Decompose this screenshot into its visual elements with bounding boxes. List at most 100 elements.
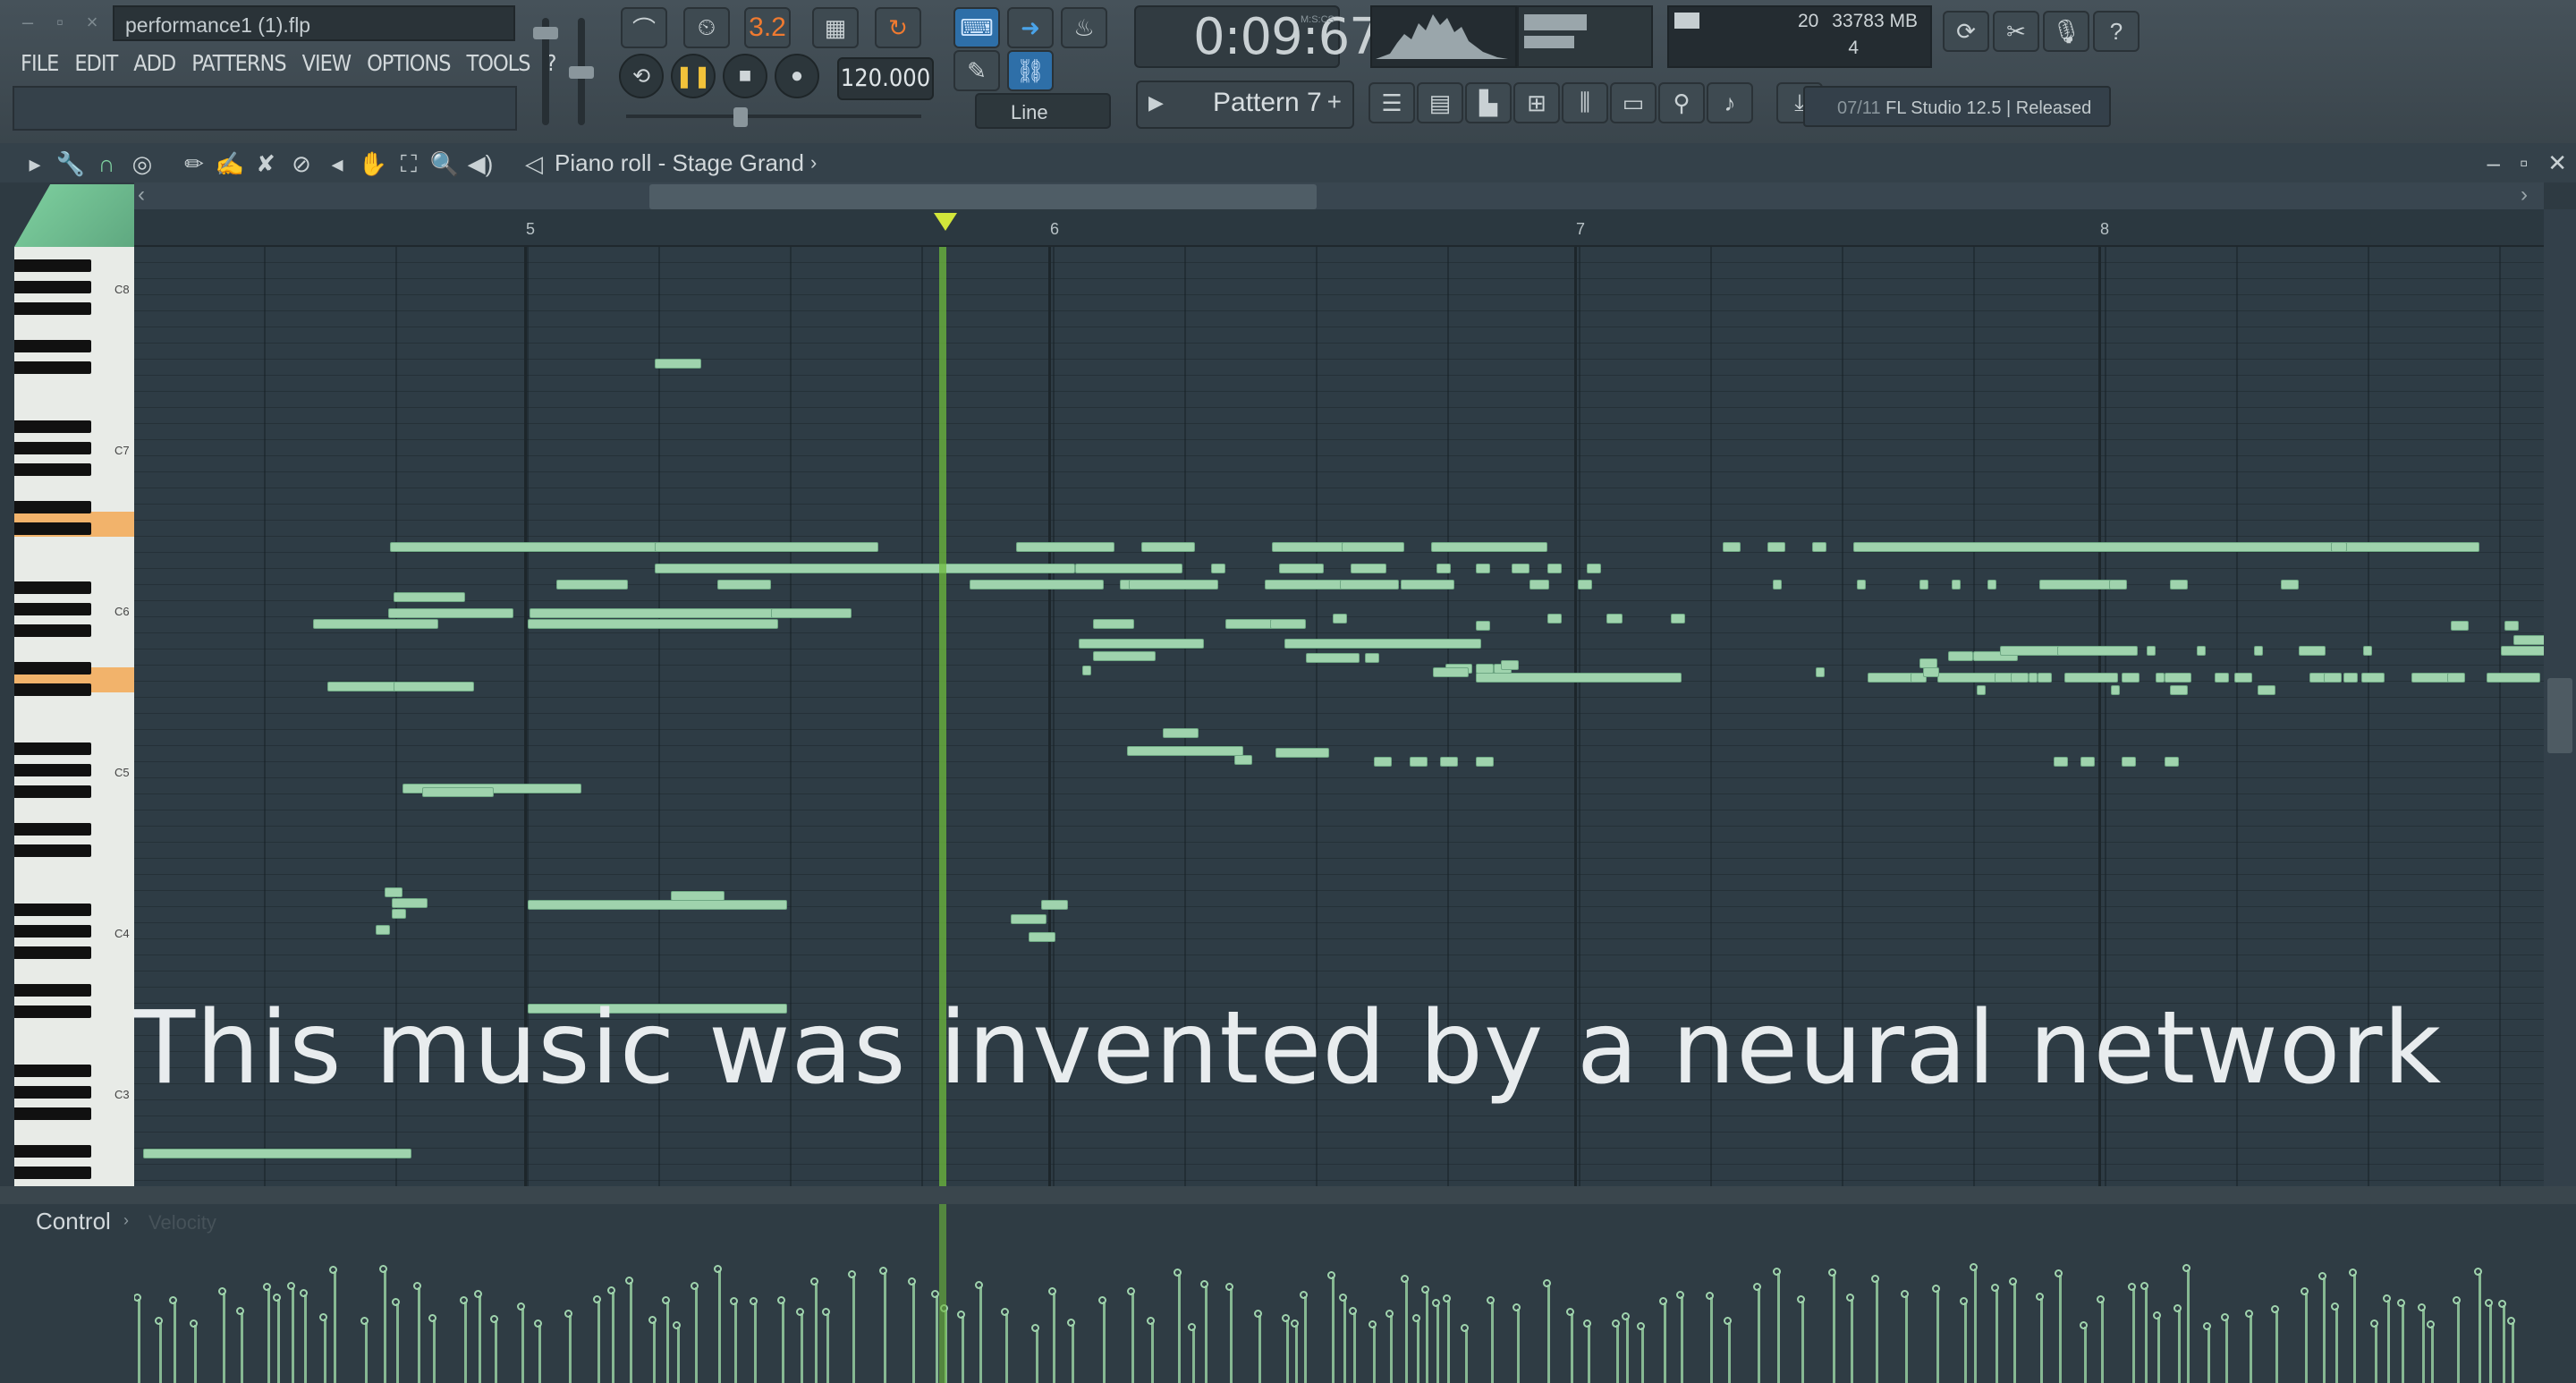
note[interactable]: [2054, 757, 2068, 767]
note[interactable]: [2504, 621, 2519, 631]
note[interactable]: [2451, 621, 2469, 631]
velocity-bar[interactable]: [1676, 1291, 1684, 1383]
note[interactable]: [556, 580, 628, 590]
velocity-bar[interactable]: [730, 1297, 738, 1383]
pause-button[interactable]: ❚❚: [671, 54, 716, 98]
velocity-bar[interactable]: [1127, 1287, 1135, 1383]
note[interactable]: [1476, 664, 1494, 674]
scroll-right-icon[interactable]: ›: [2521, 182, 2528, 208]
velocity-bar[interactable]: [2080, 1321, 2088, 1383]
loop-record-icon[interactable]: ↻: [875, 7, 921, 48]
velocity-lane[interactable]: [134, 1204, 2544, 1383]
velocity-bar[interactable]: [1797, 1295, 1805, 1383]
velocity-bar[interactable]: [190, 1319, 198, 1383]
note[interactable]: [1919, 580, 1928, 590]
close-icon[interactable]: ×: [82, 13, 102, 32]
black-key[interactable]: [14, 904, 91, 916]
note[interactable]: [1440, 757, 1458, 767]
velocity-bar[interactable]: [134, 1294, 141, 1383]
black-key[interactable]: [14, 442, 91, 454]
note[interactable]: [1272, 542, 1343, 552]
note[interactable]: [1340, 580, 1399, 590]
pr-minimize-icon[interactable]: –: [2487, 143, 2500, 182]
note[interactable]: [1075, 564, 1182, 573]
note[interactable]: [1853, 542, 2479, 552]
note[interactable]: [1919, 658, 1937, 668]
note[interactable]: [2165, 673, 2191, 683]
note[interactable]: [2258, 685, 2275, 695]
velocity-bar[interactable]: [1174, 1268, 1182, 1383]
velocity-bar[interactable]: [2153, 1311, 2161, 1383]
note[interactable]: [1547, 614, 1562, 624]
note[interactable]: [1351, 564, 1386, 573]
black-key[interactable]: [14, 662, 91, 675]
control-arrow-icon[interactable]: ›: [123, 1211, 129, 1230]
song-mode-icon[interactable]: ⟲: [619, 54, 664, 98]
note[interactable]: [655, 564, 1075, 573]
velocity-bar[interactable]: [1960, 1297, 1968, 1383]
black-key[interactable]: [14, 340, 91, 352]
velocity-bar[interactable]: [908, 1277, 916, 1383]
velocity-bar[interactable]: [1188, 1323, 1196, 1383]
pattern-selector[interactable]: ▶ Pattern 7 +: [1136, 81, 1354, 129]
menu-options[interactable]: OPTIONS: [359, 45, 458, 82]
note[interactable]: [2029, 673, 2038, 683]
note[interactable]: [1977, 685, 1986, 695]
mute-icon[interactable]: ⊘: [286, 148, 317, 179]
note[interactable]: [2111, 685, 2120, 695]
velocity-bar[interactable]: [673, 1321, 681, 1383]
black-key[interactable]: [14, 742, 91, 755]
velocity-bar[interactable]: [287, 1282, 295, 1383]
velocity-bar[interactable]: [848, 1270, 856, 1383]
black-key[interactable]: [14, 823, 91, 836]
pencil-icon[interactable]: ✏: [179, 148, 209, 179]
note[interactable]: [392, 898, 428, 908]
note[interactable]: [1501, 660, 1519, 670]
velocity-bar[interactable]: [360, 1317, 369, 1383]
black-key[interactable]: [14, 785, 91, 798]
note[interactable]: [1093, 651, 1156, 661]
velocity-bar[interactable]: [648, 1316, 657, 1383]
velocity-bar[interactable]: [1412, 1314, 1420, 1383]
velocity-bar[interactable]: [777, 1296, 785, 1383]
velocity-bar[interactable]: [1932, 1285, 1940, 1383]
velocity-bar[interactable]: [2036, 1293, 2044, 1383]
velocity-bar[interactable]: [1147, 1317, 1155, 1383]
velocity-bar[interactable]: [2055, 1269, 2063, 1383]
velocity-bar[interactable]: [1487, 1296, 1495, 1383]
black-key[interactable]: [14, 1107, 91, 1120]
velocity-bar[interactable]: [2221, 1313, 2229, 1383]
velocity-bar[interactable]: [879, 1267, 887, 1383]
note[interactable]: [1530, 580, 1549, 590]
note[interactable]: [2156, 673, 2165, 683]
tuner-icon[interactable]: ♪: [1707, 82, 1753, 123]
stamp-icon[interactable]: ◎: [127, 148, 157, 179]
zoom-icon[interactable]: 🔍: [429, 148, 460, 179]
velocity-bar[interactable]: [625, 1277, 633, 1383]
black-key[interactable]: [14, 925, 91, 938]
note[interactable]: [1433, 667, 1469, 677]
note[interactable]: [2057, 646, 2138, 656]
velocity-bar[interactable]: [1901, 1290, 1909, 1383]
note[interactable]: [1816, 667, 1825, 677]
velocity-bar[interactable]: [155, 1317, 163, 1383]
slice-icon[interactable]: ✋: [358, 148, 388, 179]
note[interactable]: [970, 580, 1104, 590]
velocity-bar[interactable]: [1706, 1292, 1714, 1383]
velocity-bar[interactable]: [1282, 1314, 1290, 1383]
velocity-bar[interactable]: [2182, 1264, 2190, 1383]
wrench-icon[interactable]: 🔧: [55, 148, 86, 179]
note[interactable]: [2343, 673, 2358, 683]
velocity-bar[interactable]: [263, 1283, 271, 1383]
step-arrow-icon[interactable]: ➜: [1007, 7, 1054, 48]
note[interactable]: [2447, 673, 2465, 683]
note[interactable]: [2234, 673, 2252, 683]
note[interactable]: [1082, 666, 1091, 675]
velocity-bar[interactable]: [931, 1290, 939, 1383]
velocity-bar[interactable]: [169, 1296, 177, 1383]
playlist-icon[interactable]: ☰: [1368, 82, 1415, 123]
note[interactable]: [1129, 580, 1218, 590]
note[interactable]: [2011, 673, 2029, 683]
black-key[interactable]: [14, 501, 91, 513]
velocity-bar[interactable]: [1566, 1308, 1574, 1383]
